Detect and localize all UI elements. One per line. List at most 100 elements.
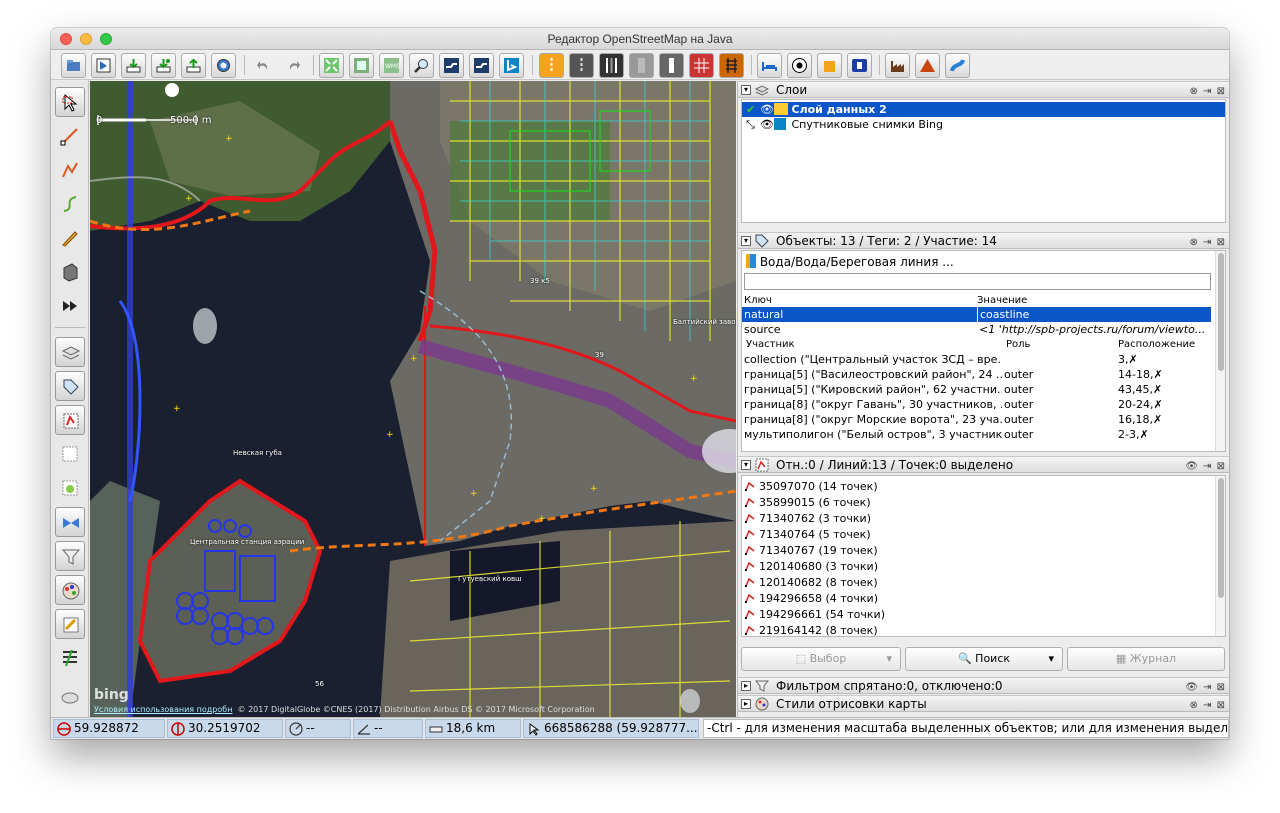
filter-panel-header[interactable]: ▸ Фильтром спрятано:0, отключено:0 👁 ⇥ ⊠ <box>738 677 1229 694</box>
expand-icon[interactable]: ▸ <box>741 699 751 709</box>
list-item[interactable]: 35899015 (6 точек) <box>742 495 1225 510</box>
selection-scrollbar[interactable] <box>1215 476 1225 636</box>
list-item[interactable]: 194296661 (54 точки) <box>742 607 1225 622</box>
membership-row[interactable]: мультиполигон ("Белый остров", 3 участни… <box>742 427 1211 442</box>
peak-icon[interactable] <box>915 53 940 78</box>
validator-toggle-icon[interactable] <box>55 609 85 639</box>
update-data-icon[interactable] <box>211 53 236 78</box>
layer-item-bing[interactable]: ⤡ 👁 Спутниковые снимки Bing <box>742 117 1225 132</box>
collapse-icon[interactable]: ▾ <box>741 85 751 95</box>
list-item[interactable]: 71340767 (19 точек) <box>742 543 1225 558</box>
layer-item-data[interactable]: ✔ 👁 Слой данных 2 <box>742 102 1225 117</box>
football-icon[interactable] <box>787 53 812 78</box>
changeset-toggle-icon[interactable] <box>55 643 85 673</box>
tag-search-input[interactable] <box>744 273 1211 290</box>
filter-panel-title: Фильтром спрятано:0, отключено:0 <box>776 679 1003 693</box>
list-item[interactable]: 71340762 (3 точки) <box>742 511 1225 526</box>
panel-controls-icon[interactable]: ⊗ ⇥ ⊠ <box>1190 698 1227 714</box>
selection-toggle-icon[interactable] <box>55 405 85 435</box>
panel-controls-icon[interactable]: ⊗ ⇥ ⊠ <box>1190 235 1227 251</box>
bridge-icon[interactable] <box>629 53 654 78</box>
selection-panel-header[interactable]: ▾ Отн.:0 / Линий:13 / Точек:0 выделено 👁… <box>738 456 1229 473</box>
membership-row[interactable]: граница[5] ("Кировский район", 62 участн… <box>742 382 1211 397</box>
building-tool-icon[interactable] <box>55 257 85 287</box>
properties-panel-header[interactable]: ▾ Объекты: 13 / Теги: 2 / Участие: 14 ⊗ … <box>738 232 1229 249</box>
save-icon[interactable] <box>91 53 116 78</box>
panel-controls-icon[interactable]: ⊗ ⇥ ⊠ <box>1190 84 1227 100</box>
preset-link[interactable]: Вода/Вода/Береговая линия ... <box>746 254 954 269</box>
layers-panel-header[interactable]: ▾ Слои ⊗ ⇥ ⊠ <box>738 81 1229 98</box>
filter-toggle-icon[interactable] <box>55 541 85 571</box>
author-toggle-icon[interactable] <box>55 439 85 469</box>
mapnik-icon[interactable] <box>439 53 464 78</box>
minimize-window-button[interactable] <box>80 33 92 45</box>
preferences-icon[interactable] <box>349 53 374 78</box>
rail-tag-icon[interactable] <box>569 53 594 78</box>
industrial-icon[interactable] <box>885 53 910 78</box>
visibility-eye-icon[interactable]: 👁 <box>760 102 774 117</box>
download-icon[interactable] <box>121 53 146 78</box>
list-item[interactable]: 71340764 (5 точек) <box>742 527 1225 542</box>
tms-icon[interactable] <box>469 53 494 78</box>
list-item[interactable]: 219164142 (8 точек) <box>742 623 1225 636</box>
fence-icon[interactable] <box>689 53 714 78</box>
list-item[interactable]: 120140680 (3 точки) <box>742 559 1225 574</box>
improve-way-icon[interactable] <box>55 189 85 219</box>
hotel-icon[interactable] <box>757 53 782 78</box>
tag-row[interactable]: source <1 'http://spb-projects.ru/forum/… <box>742 322 1211 337</box>
select-tool-icon[interactable] <box>55 87 85 117</box>
upload-icon[interactable] <box>181 53 206 78</box>
tags-toggle-icon[interactable] <box>55 371 85 401</box>
wms-icon[interactable]: WMS <box>379 53 404 78</box>
pencil-icon[interactable] <box>55 223 85 253</box>
value-header: Значение <box>977 295 1028 306</box>
waterway-icon[interactable] <box>945 53 970 78</box>
draw-polyline-icon[interactable] <box>55 155 85 185</box>
search-icon[interactable] <box>409 53 434 78</box>
membership-row[interactable]: граница[8] ("округ Морские ворота", 23 у… <box>742 412 1211 427</box>
zoom-slider-knob[interactable] <box>165 83 179 97</box>
list-item[interactable]: 120140682 (8 точек) <box>742 575 1225 590</box>
commands-toggle-icon[interactable] <box>55 473 85 503</box>
tunnel-icon[interactable] <box>599 53 624 78</box>
bing-icon[interactable] <box>499 53 524 78</box>
more-tools-icon[interactable] <box>55 291 85 321</box>
conflict-toggle-icon[interactable] <box>55 507 85 537</box>
properties-scrollbar[interactable] <box>1215 251 1225 451</box>
info-icon[interactable] <box>847 53 872 78</box>
zoom-to-data-icon[interactable] <box>319 53 344 78</box>
collapse-icon[interactable]: ▾ <box>741 460 751 470</box>
close-window-button[interactable] <box>60 33 72 45</box>
layers-toggle-icon[interactable] <box>55 337 85 367</box>
svg-text:+: + <box>690 374 698 384</box>
undo-icon[interactable] <box>251 53 276 78</box>
visibility-eye-icon[interactable]: 👁 <box>760 117 774 132</box>
railway-icon[interactable] <box>719 53 744 78</box>
barrier-icon[interactable] <box>659 53 684 78</box>
road-tag-icon[interactable] <box>539 53 564 78</box>
download-along-icon[interactable] <box>151 53 176 78</box>
terms-of-use-link[interactable]: Условия использования подробн <box>94 705 232 714</box>
search-button[interactable]: 🔍 Поиск ▾ <box>905 647 1063 671</box>
history-button[interactable]: ▦ Журнал <box>1067 647 1225 671</box>
tag-row[interactable]: natural coastline <box>742 307 1211 322</box>
open-file-icon[interactable] <box>61 53 86 78</box>
list-item[interactable]: 35097070 (14 точек) <box>742 479 1225 494</box>
map-view[interactable]: + + + + + + + + + 0 500.0 m Невская губа Центр… <box>90 81 736 717</box>
draw-line-icon[interactable] <box>55 121 85 151</box>
list-item[interactable]: 194296658 (4 точки) <box>742 591 1225 606</box>
collapse-icon[interactable]: ▾ <box>741 236 751 246</box>
membership-row[interactable]: collection ("Центральный участок ЗСД – в… <box>742 352 1211 367</box>
styles-panel-header[interactable]: ▸ Стили отрисовки карты ⊗ ⇥ ⊠ <box>738 695 1229 712</box>
panel-controls-icon[interactable]: 👁 ⇥ ⊠ <box>1185 680 1226 696</box>
membership-row[interactable]: граница[8] ("округ Гавань", 30 участнико… <box>742 397 1211 412</box>
zoom-window-button[interactable] <box>100 33 112 45</box>
map-style-toggle-icon[interactable] <box>55 575 85 605</box>
shop-icon[interactable] <box>817 53 842 78</box>
redo-icon[interactable] <box>281 53 306 78</box>
panel-controls-icon[interactable]: 👁 ⇥ ⊠ <box>1185 459 1226 475</box>
membership-row[interactable]: граница[5] ("Василеостровский район", 24… <box>742 367 1211 382</box>
expand-icon[interactable]: ▸ <box>741 681 751 691</box>
minimap-toggle-icon[interactable] <box>55 681 85 711</box>
select-button[interactable]: ⬚ Выбор ▾ <box>741 647 901 671</box>
